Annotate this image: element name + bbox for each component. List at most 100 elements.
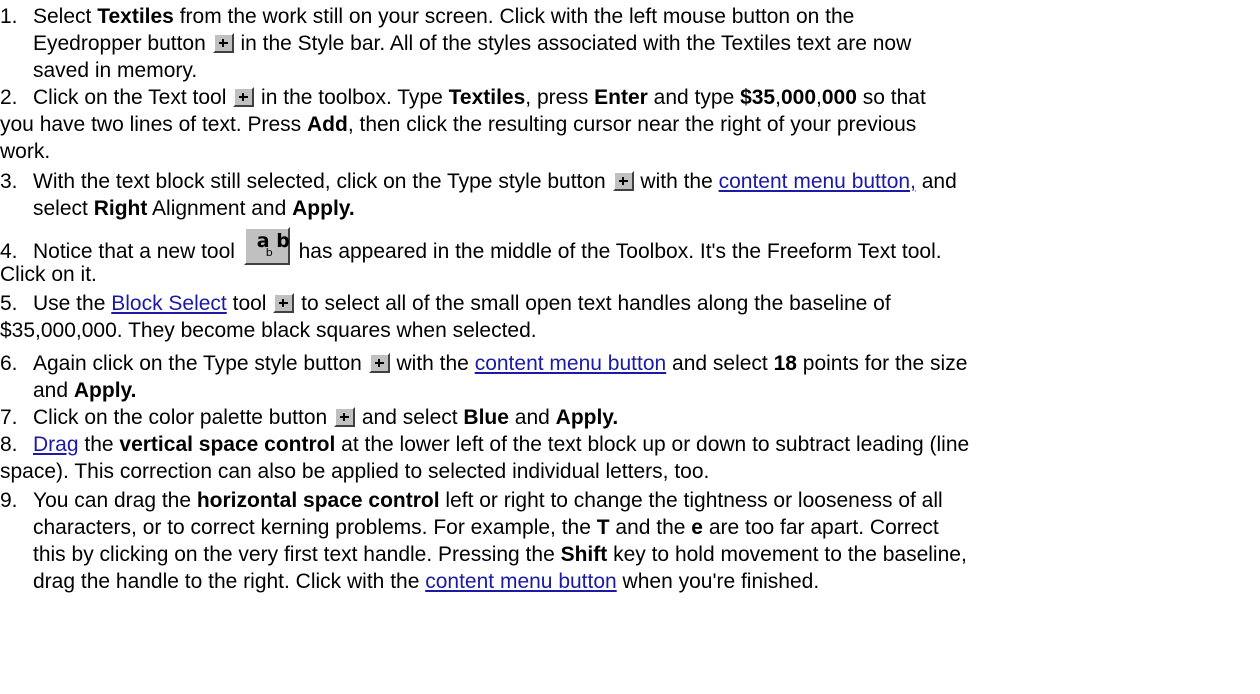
block-select-icon[interactable] xyxy=(273,293,295,313)
help-page: 1. Select Textiles from the work still on… xyxy=(0,0,1260,694)
step-4-line-2: Click on it. xyxy=(0,261,97,288)
step-text: to select all of the small open text han… xyxy=(295,292,891,315)
step-5-line-2: $35,000,000. They become black squares w… xyxy=(0,317,537,344)
bold-term: Enter xyxy=(594,86,648,109)
step-text: , then click the resulting cursor near t… xyxy=(347,113,917,136)
step-text: and select xyxy=(666,352,774,375)
content-menu-button-link[interactable]: content menu button xyxy=(475,352,666,375)
step-text: Click on the Text tool xyxy=(33,86,233,109)
color-palette-icon[interactable] xyxy=(334,407,356,427)
step-number: 7. xyxy=(0,406,18,429)
bold-term: 000 xyxy=(821,86,857,109)
step-6-line-1: 6. Again click on the Type style button w… xyxy=(0,350,967,377)
step-text: are too far apart. Correct xyxy=(702,516,939,539)
step-text: $35,000,000. They become black squares w… xyxy=(0,319,537,342)
step-number: 3. xyxy=(0,170,18,193)
bold-term: Right xyxy=(93,197,148,220)
step-text: and the xyxy=(609,516,692,539)
step-2-line-2: you have two lines of text. Press Add, t… xyxy=(0,111,916,138)
bold-term: Apply. xyxy=(292,197,355,220)
drag-link[interactable]: Drag xyxy=(33,433,79,456)
step-text: select xyxy=(33,197,94,220)
step-text: left or right to change the tightness or… xyxy=(439,489,943,512)
step-3-line-2: select Right Alignment and Apply. xyxy=(33,195,355,222)
step-6-line-2: and Apply. xyxy=(33,377,137,404)
eyedropper-icon[interactable] xyxy=(212,33,234,53)
step-text: from the work still on your screen. Clic… xyxy=(173,5,855,28)
bold-term: vertical space control xyxy=(119,433,336,456)
type-style-icon[interactable] xyxy=(612,171,634,191)
step-number: 8. xyxy=(0,433,18,456)
step-text: characters, or to correct kerning proble… xyxy=(33,516,597,539)
bold-term: Shift xyxy=(560,543,608,566)
step-number: 2. xyxy=(0,86,18,109)
content-menu-button-link[interactable]: content menu button xyxy=(425,570,616,593)
bold-term: 18 xyxy=(773,352,797,375)
type-style-icon[interactable] xyxy=(368,353,390,373)
bold-term: Textiles xyxy=(448,86,526,109)
step-text: so that xyxy=(856,86,926,109)
step-text: Eyedropper button xyxy=(33,32,212,55)
step-5-line-1: 5. Use the Block Select tool to select al… xyxy=(0,290,891,317)
freeform-glyph: a b xyxy=(256,230,290,252)
step-text: drag the handle to the right. Click with… xyxy=(33,570,426,593)
step-text: With the text block still selected, clic… xyxy=(33,170,612,193)
step-text: You can drag the xyxy=(33,489,197,512)
step-text: , press xyxy=(525,86,595,109)
step-text: at the lower left of the text block up o… xyxy=(335,433,970,456)
step-9-line-3: this by clicking on the very first text … xyxy=(33,541,967,568)
step-text: and xyxy=(915,170,957,193)
bold-term: e xyxy=(691,516,703,539)
step-4-line-1: 4. Notice that a new tool a bb has appear… xyxy=(0,227,942,265)
bold-term: Apply. xyxy=(555,406,619,429)
bold-term: Apply. xyxy=(73,379,137,402)
step-text: Select xyxy=(33,5,98,28)
step-number: 5. xyxy=(0,292,18,315)
step-text: tool xyxy=(226,292,273,315)
step-1-line-1: 1. Select Textiles from the work still on… xyxy=(0,3,854,30)
step-text: Alignment and xyxy=(147,197,293,220)
step-7-line-1: 7. Click on the color palette button and … xyxy=(0,404,618,431)
bold-term: Add xyxy=(306,113,348,136)
step-text: Click on it. xyxy=(0,263,97,286)
step-text: this by clicking on the very first text … xyxy=(33,543,561,566)
step-text: the xyxy=(78,433,120,456)
step-text: saved in memory. xyxy=(33,59,198,82)
bold-term: Textiles xyxy=(97,5,174,28)
step-text: with the xyxy=(634,170,719,193)
step-text: you have two lines of text. Press xyxy=(0,113,307,136)
step-text: and select xyxy=(356,406,464,429)
step-text: Notice that a new tool xyxy=(33,240,241,263)
step-number: 6. xyxy=(0,352,18,375)
bold-term: T xyxy=(596,516,610,539)
step-number: 9. xyxy=(0,489,18,512)
step-text: work. xyxy=(0,140,51,163)
step-1-line-3: saved in memory. xyxy=(33,57,197,84)
step-2-line-3: work. xyxy=(0,138,50,165)
step-text: in the toolbox. Type xyxy=(255,86,449,109)
step-9-line-4: drag the handle to the right. Click with… xyxy=(33,568,819,595)
step-8-line-1: 8. Drag the vertical space control at the… xyxy=(0,431,969,458)
step-9-line-1: 9. You can drag the horizontal space cont… xyxy=(0,487,943,514)
text-tool-icon[interactable] xyxy=(233,87,255,107)
step-text: with the xyxy=(390,352,475,375)
bold-term: 000 xyxy=(780,86,817,109)
bold-term: Blue xyxy=(463,406,509,429)
step-2-line-1: 2. Click on the Text tool in the toolbox.… xyxy=(0,84,926,111)
step-text: Use the xyxy=(33,292,112,315)
step-text: points for the size xyxy=(796,352,968,375)
step-3-line-1: 3. With the text block still selected, cl… xyxy=(0,168,957,195)
step-text: space). This correction can also be appl… xyxy=(0,460,710,483)
block-select-link[interactable]: Block Select xyxy=(111,292,227,315)
step-9-line-2: characters, or to correct kerning proble… xyxy=(33,514,939,541)
bold-term: $35 xyxy=(740,86,776,109)
step-text: and xyxy=(508,406,556,429)
freeform-glyph: b xyxy=(265,246,273,259)
step-number: 1. xyxy=(0,5,18,28)
step-text: and xyxy=(33,379,74,402)
step-text: and type xyxy=(647,86,741,109)
step-text: has appeared in the middle of the Toolbo… xyxy=(292,240,942,263)
freeform-text-tool-icon[interactable]: a bb xyxy=(243,227,290,265)
content-menu-button-link[interactable]: content menu button, xyxy=(719,170,916,193)
step-8-line-2: space). This correction can also be appl… xyxy=(0,458,709,485)
